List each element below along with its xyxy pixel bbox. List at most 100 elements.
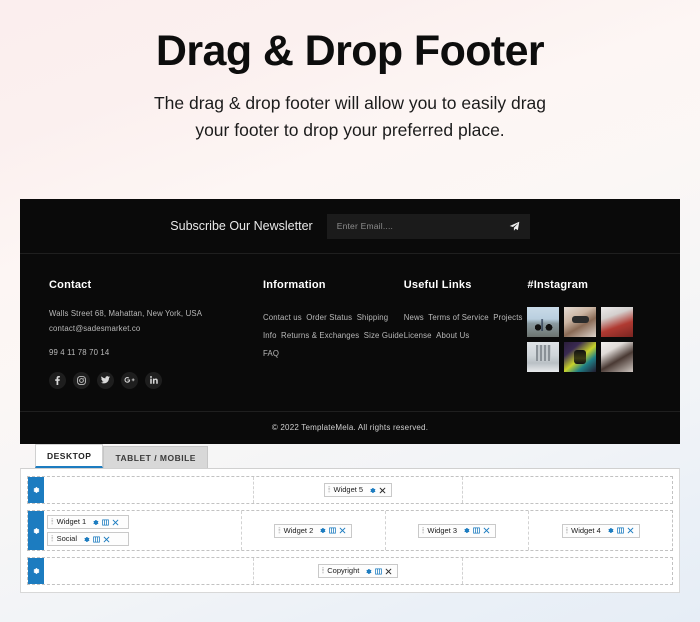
footer-column-instagram: #Instagram	[527, 279, 651, 389]
builder-cell[interactable]: ⦙⦙ Copyright	[254, 558, 464, 584]
drag-handle-icon[interactable]: ⦙⦙	[422, 527, 424, 535]
information-link[interactable]: Size Guide	[364, 331, 404, 340]
widget-chip[interactable]: ⦙⦙ Widget 2	[274, 524, 352, 538]
builder-cell[interactable]	[463, 477, 672, 503]
instagram-photo[interactable]	[601, 342, 633, 372]
gear-icon[interactable]	[463, 527, 470, 534]
widget-label: Widget 1	[57, 518, 87, 526]
columns-icon[interactable]	[102, 519, 109, 526]
close-icon[interactable]	[339, 527, 346, 534]
google-plus-icon[interactable]	[121, 372, 138, 389]
row-columns: ⦙⦙ Widget 5	[44, 477, 672, 503]
useful-link[interactable]: About Us	[436, 331, 469, 340]
instagram-photo[interactable]	[564, 307, 596, 337]
close-icon[interactable]	[379, 487, 386, 494]
gear-icon[interactable]	[365, 568, 372, 575]
row-settings-handle[interactable]	[28, 477, 44, 503]
drag-handle-icon[interactable]: ⦙⦙	[566, 527, 568, 535]
drag-handle-icon[interactable]: ⦙⦙	[51, 518, 53, 526]
drag-handle-icon[interactable]: ⦙⦙	[328, 486, 330, 494]
information-link[interactable]: FAQ	[263, 349, 279, 358]
gear-icon	[32, 527, 40, 535]
social-links	[49, 372, 263, 389]
instagram-icon[interactable]	[73, 372, 90, 389]
builder-cell[interactable]: ⦙⦙ Widget 5	[254, 477, 464, 503]
widget-label: Social	[57, 535, 77, 543]
widget-chip[interactable]: ⦙⦙ Widget 1	[47, 515, 129, 529]
information-link[interactable]: Order Status	[306, 313, 352, 322]
widget-label: Widget 3	[427, 527, 457, 535]
builder-cell[interactable]: ⦙⦙ Widget 3	[386, 511, 530, 550]
instagram-photo[interactable]	[564, 342, 596, 372]
useful-link[interactable]: License	[404, 331, 432, 340]
builder-cell[interactable]: ⦙⦙ Widget 2	[242, 511, 386, 550]
builder-cell[interactable]	[44, 558, 254, 584]
drag-handle-icon[interactable]: ⦙⦙	[278, 527, 280, 535]
columns-icon[interactable]	[329, 527, 336, 534]
builder-row[interactable]: ⦙⦙ Widget 5	[27, 476, 673, 504]
gear-icon[interactable]	[319, 527, 326, 534]
widget-actions	[83, 536, 110, 543]
instagram-photo[interactable]	[527, 342, 559, 372]
subtitle-line-1: The drag & drop footer will allow you to…	[100, 90, 600, 117]
widget-chip[interactable]: ⦙⦙ Social	[47, 532, 129, 546]
close-icon[interactable]	[483, 527, 490, 534]
row-settings-handle[interactable]	[28, 511, 44, 550]
widget-chip[interactable]: ⦙⦙ Widget 3	[418, 524, 496, 538]
gear-icon[interactable]	[369, 487, 376, 494]
widget-chip[interactable]: ⦙⦙ Widget 5	[324, 483, 392, 497]
builder-tabs: DESKTOP TABLET / MOBILE	[20, 440, 680, 468]
twitter-icon[interactable]	[97, 372, 114, 389]
gear-icon[interactable]	[92, 519, 99, 526]
tab-tablet-mobile[interactable]: TABLET / MOBILE	[103, 446, 208, 469]
row-columns: ⦙⦙ Widget 1	[44, 511, 672, 550]
close-icon[interactable]	[385, 568, 392, 575]
widget-chip[interactable]: ⦙⦙ Copyright	[318, 564, 399, 578]
gear-icon	[32, 486, 40, 494]
builder-cell[interactable]: ⦙⦙ Widget 4	[529, 511, 672, 550]
tab-desktop[interactable]: DESKTOP	[35, 444, 103, 469]
builder-cell[interactable]	[44, 477, 254, 503]
instagram-photo[interactable]	[527, 307, 559, 337]
footer-column-information: Information Contact us Order Status Ship…	[263, 279, 404, 389]
footer-column-contact: Contact Walls Street 68, Mahattan, New Y…	[49, 279, 263, 389]
close-icon[interactable]	[103, 536, 110, 543]
builder-row[interactable]: ⦙⦙ Copyright	[27, 557, 673, 585]
newsletter-email-field[interactable]: Enter Email....	[327, 214, 530, 239]
useful-link[interactable]: Terms of Service	[428, 313, 488, 322]
information-link[interactable]: Returns & Exchanges	[281, 331, 359, 340]
facebook-icon[interactable]	[49, 372, 66, 389]
information-heading: Information	[263, 279, 404, 291]
gear-icon[interactable]	[83, 536, 90, 543]
widget-label: Widget 4	[571, 527, 601, 535]
columns-icon[interactable]	[473, 527, 480, 534]
row-settings-handle[interactable]	[28, 558, 44, 584]
close-icon[interactable]	[627, 527, 634, 534]
page-title: Drag & Drop Footer	[0, 26, 700, 77]
copyright-bar: © 2022 TemplateMela. All rights reserved…	[20, 411, 680, 444]
instagram-photo[interactable]	[601, 307, 633, 337]
paper-plane-icon[interactable]	[509, 221, 520, 232]
information-link[interactable]: Contact us	[263, 313, 302, 322]
widget-chip[interactable]: ⦙⦙ Widget 4	[562, 524, 640, 538]
useful-link[interactable]: Projects	[493, 313, 522, 322]
builder-cell[interactable]: ⦙⦙ Widget 1	[44, 511, 242, 550]
columns-icon[interactable]	[375, 568, 382, 575]
close-icon[interactable]	[112, 519, 119, 526]
widget-actions	[607, 527, 634, 534]
useful-links-heading: Useful Links	[404, 279, 528, 291]
builder-row[interactable]: ⦙⦙ Widget 1	[27, 510, 673, 551]
newsletter-bar: Subscribe Our Newsletter Enter Email....	[20, 199, 680, 254]
gear-icon[interactable]	[607, 527, 614, 534]
drag-handle-icon[interactable]: ⦙⦙	[51, 535, 53, 543]
columns-icon[interactable]	[617, 527, 624, 534]
widget-actions	[369, 487, 386, 494]
builder-cell[interactable]	[463, 558, 672, 584]
linkedin-icon[interactable]	[145, 372, 162, 389]
footer-columns: Contact Walls Street 68, Mahattan, New Y…	[20, 254, 680, 411]
drag-handle-icon[interactable]: ⦙⦙	[322, 567, 324, 575]
useful-link[interactable]: News	[404, 313, 424, 322]
columns-icon[interactable]	[93, 536, 100, 543]
footer-column-useful-links: Useful Links News Terms of Service Proje…	[404, 279, 528, 389]
contact-email: contact@sadesmarket.co	[49, 322, 263, 337]
